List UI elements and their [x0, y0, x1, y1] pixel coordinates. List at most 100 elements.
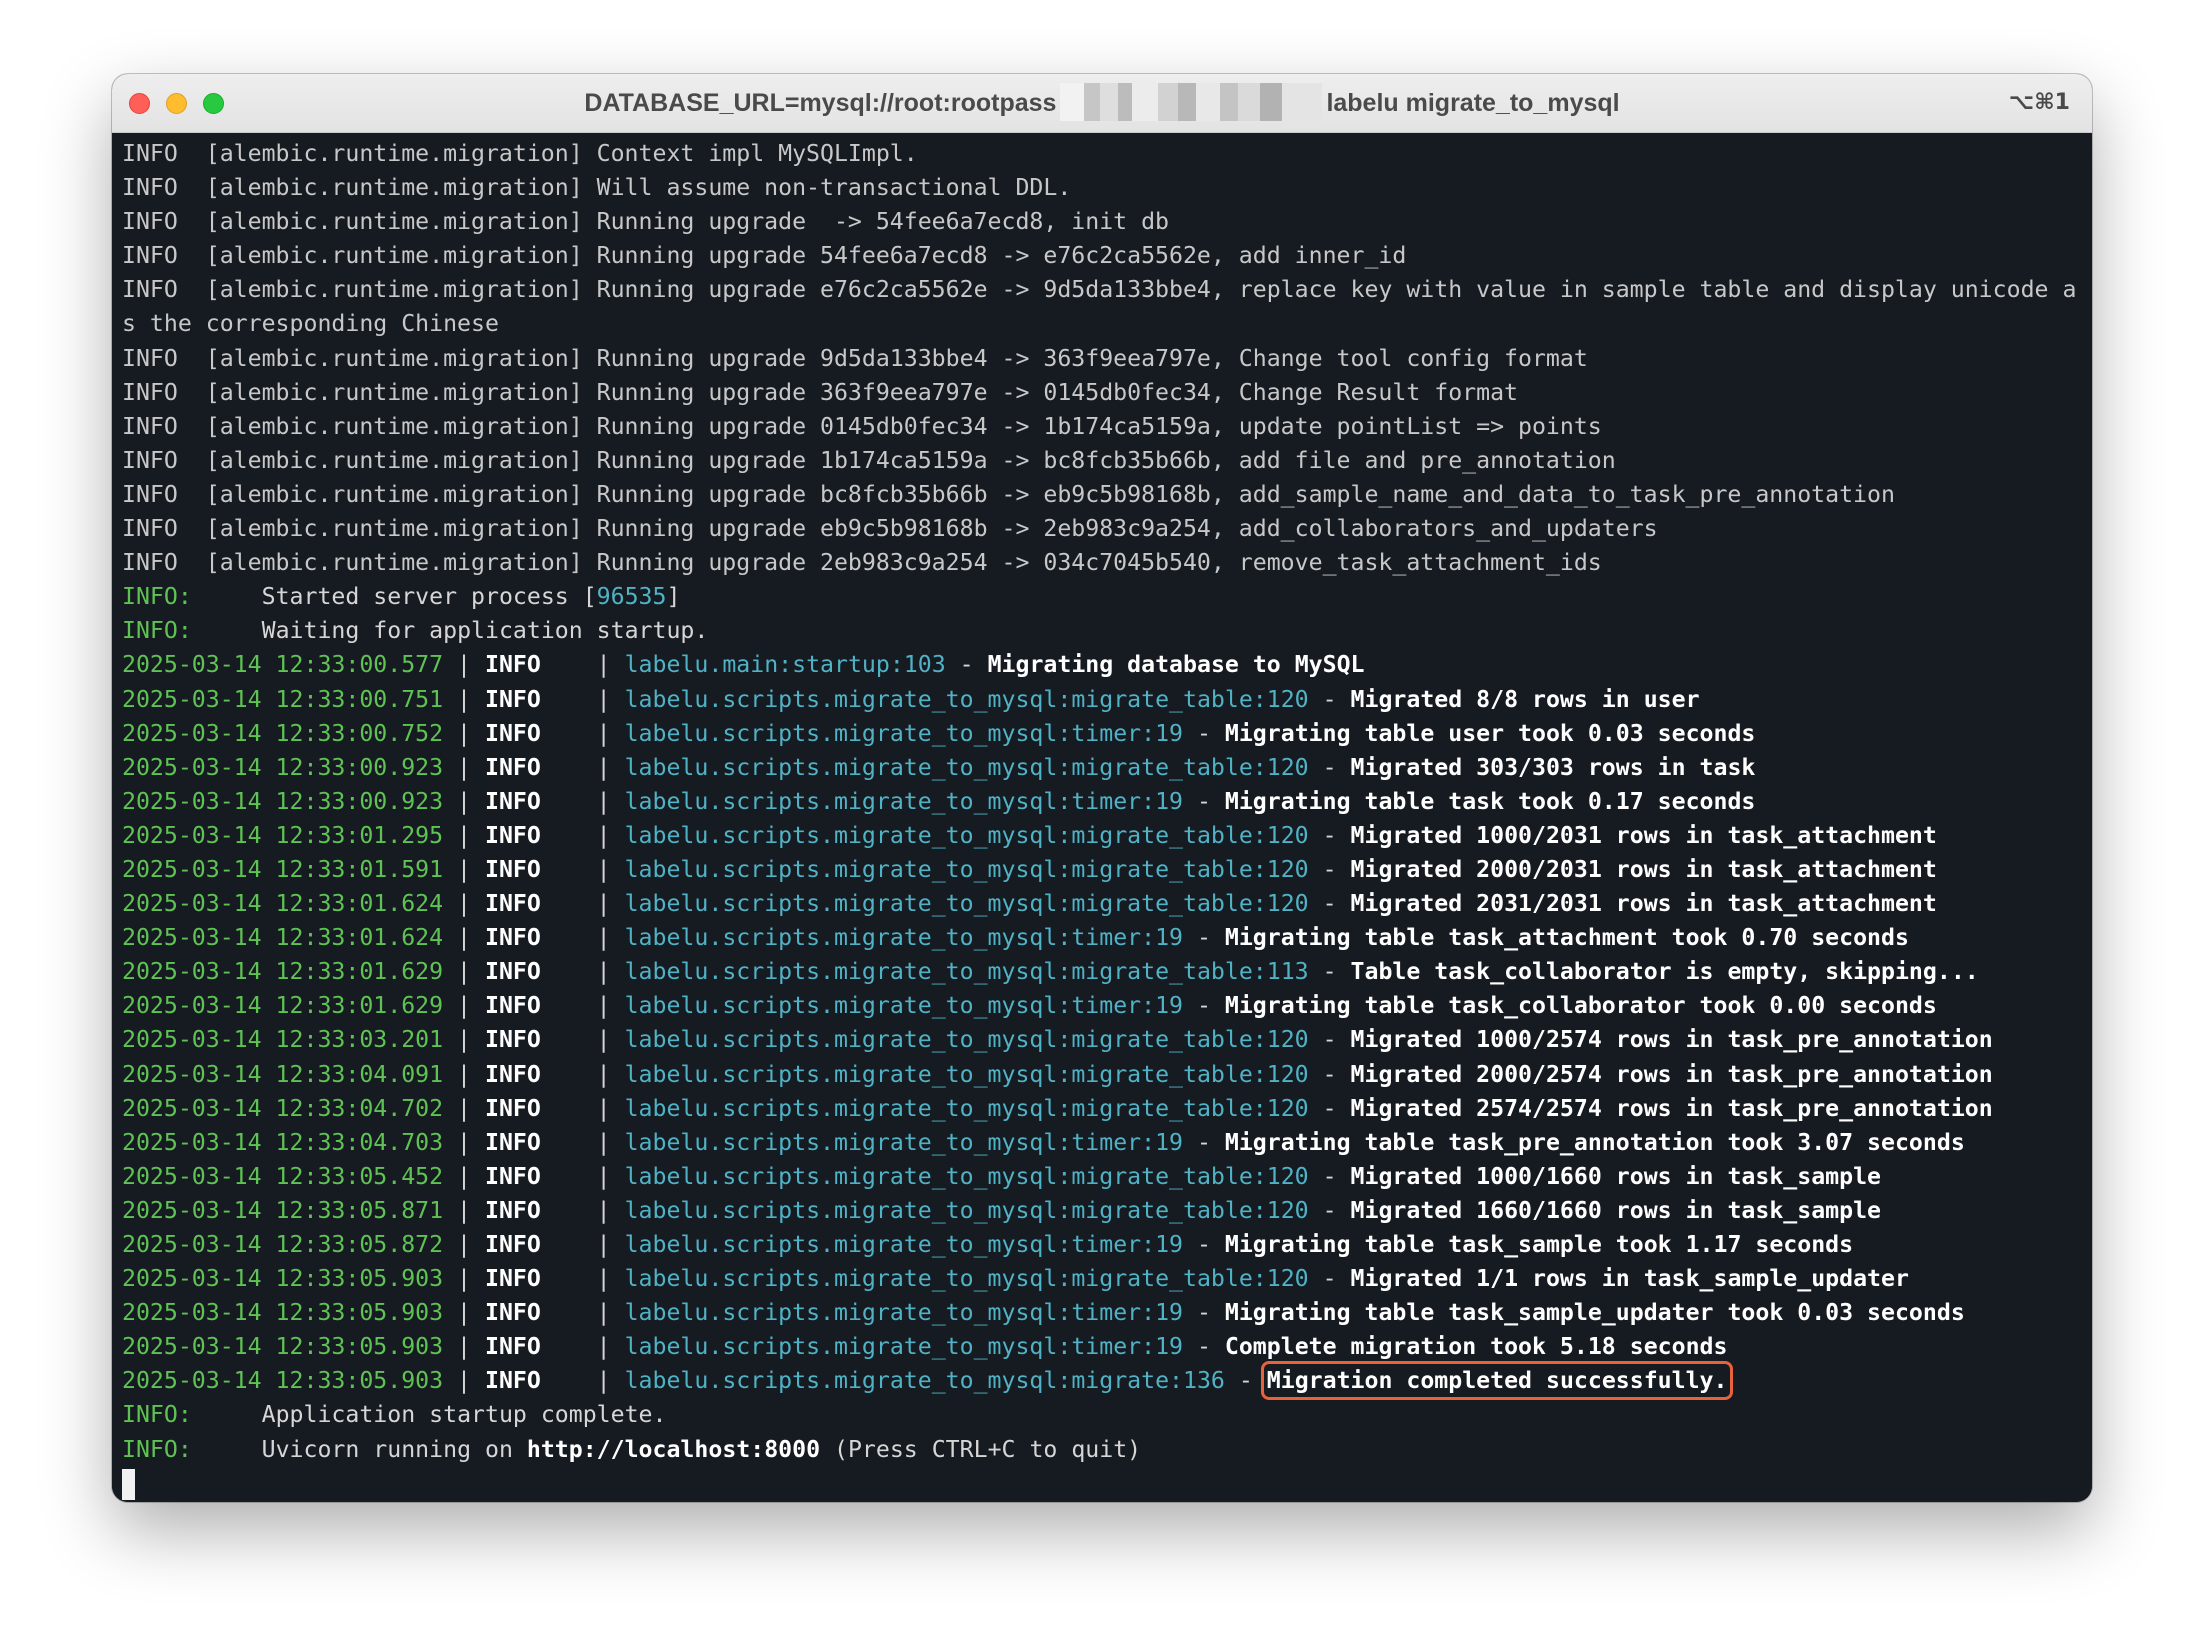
prompt-line[interactable]	[122, 1467, 2092, 1501]
log-message: Migrated 1000/2031 rows in task_attachme…	[1350, 821, 1937, 849]
log-line-alembic: INFO [alembic.runtime.migration] Will as…	[122, 174, 1072, 202]
log-timestamp: 2025-03-14 12:33:00.923	[122, 753, 444, 781]
log-line-alembic: INFO [alembic.runtime.migration] Running…	[122, 549, 1602, 577]
log-level: INFO	[484, 1026, 541, 1054]
log-line-migration: 2025-03-14 12:33:05.871 | INFO | labelu.…	[122, 1196, 1882, 1224]
log-message: Migrated 2000/2031 rows in task_attachme…	[1350, 855, 1937, 883]
log-message: Complete migration took 5.18 seconds	[1224, 1333, 1728, 1361]
log-level: INFO	[484, 1367, 541, 1395]
log-line-migration: 2025-03-14 12:33:05.452 | INFO | labelu.…	[122, 1162, 1882, 1190]
log-message: Migrated 1000/1660 rows in task_sample	[1350, 1162, 1882, 1190]
log-level: INFO	[484, 924, 541, 952]
log-line-uvicorn-running: INFO: Uvicorn running on http://localhos…	[122, 1435, 1142, 1463]
log-line-alembic: INFO [alembic.runtime.migration] Running…	[122, 276, 2077, 304]
log-source: labelu.scripts.migrate_to_mysql:timer:19	[624, 992, 1183, 1020]
log-message: Migrated 1/1 rows in task_sample_updater	[1350, 1265, 1909, 1293]
log-source: labelu.scripts.migrate_to_mysql:migrate_…	[624, 1094, 1309, 1122]
log-level: INFO	[122, 1401, 178, 1429]
log-timestamp: 2025-03-14 12:33:03.201	[122, 1026, 444, 1054]
log-line-alembic: INFO [alembic.runtime.migration] Running…	[122, 515, 1658, 543]
log-message: Application startup complete.	[261, 1401, 667, 1429]
log-line-migration: 2025-03-14 12:33:04.091 | INFO | labelu.…	[122, 1060, 1993, 1088]
log-source: labelu.scripts.migrate_to_mysql:migrate_…	[624, 1265, 1309, 1293]
window-shortcut-label: ⌥⌘1	[2008, 90, 2070, 115]
log-source: labelu.scripts.migrate_to_mysql:migrate_…	[624, 821, 1309, 849]
log-source: labelu.scripts.migrate_to_mysql:migrate_…	[624, 753, 1309, 781]
log-source: labelu.scripts.migrate_to_mysql:migrate_…	[624, 1060, 1309, 1088]
log-level: INFO	[484, 651, 541, 679]
log-source: labelu.scripts.migrate_to_mysql:timer:19	[624, 787, 1183, 815]
log-message: Migrating table task_collaborator took 0…	[1224, 992, 1937, 1020]
text-cursor	[122, 1468, 135, 1500]
log-level: INFO	[484, 1231, 541, 1258]
log-level-colon: :	[177, 617, 192, 645]
log-source: labelu.scripts.migrate_to_mysql:timer:19	[624, 1128, 1183, 1156]
terminal-output[interactable]: INFO [alembic.runtime.migration] Context…	[112, 133, 2092, 1502]
log-source: labelu.scripts.migrate_to_mysql:timer:19	[624, 1299, 1183, 1327]
log-source: labelu.scripts.migrate_to_mysql:migrate_…	[624, 1026, 1309, 1054]
window-title: DATABASE_URL=mysql://root:rootpass labelu…	[112, 74, 2092, 132]
log-line-alembic: INFO [alembic.runtime.migration] Running…	[122, 378, 1519, 406]
log-line-alembic: INFO [alembic.runtime.migration] Running…	[122, 242, 1407, 270]
log-timestamp: 2025-03-14 12:33:01.624	[122, 890, 444, 918]
log-timestamp: 2025-03-14 12:33:04.703	[122, 1128, 444, 1156]
log-line-alembic: INFO [alembic.runtime.migration] Context…	[122, 140, 918, 167]
log-timestamp: 2025-03-14 12:33:05.903	[122, 1265, 444, 1293]
log-level: INFO	[484, 1196, 541, 1224]
log-line-alembic: s the corresponding Chinese	[122, 310, 499, 338]
log-line-migration: 2025-03-14 12:33:05.872 | INFO | labelu.…	[122, 1231, 1854, 1258]
log-source: labelu.scripts.migrate_to_mysql:migrate_…	[624, 958, 1309, 986]
log-line-uvicorn: INFO: Waiting for application startup.	[122, 614, 2092, 648]
log-line-migration: 2025-03-14 12:33:05.903 | INFO | labelu.…	[122, 1333, 1728, 1361]
log-line-startup-complete: INFO: Application startup complete.	[122, 1401, 667, 1429]
log-message: Migrating table user took 0.03 seconds	[1224, 719, 1756, 747]
redacted-region	[1060, 83, 1323, 122]
log-line-migration: 2025-03-14 12:33:01.295 | INFO | labelu.…	[122, 821, 1937, 849]
log-timestamp: 2025-03-14 12:33:05.871	[122, 1196, 444, 1224]
log-line-migration: 2025-03-14 12:33:05.903 | INFO | labelu.…	[122, 1361, 1734, 1401]
log-timestamp: 2025-03-14 12:33:01.591	[122, 855, 444, 883]
log-message: Migrating table task_sample took 1.17 se…	[1224, 1231, 1854, 1258]
log-line-alembic: INFO [alembic.runtime.migration] Running…	[122, 412, 1602, 440]
log-line-migration: 2025-03-14 12:33:03.201 | INFO | labelu.…	[122, 1026, 1993, 1054]
log-timestamp: 2025-03-14 12:33:05.872	[122, 1231, 444, 1258]
log-line-migration: 2025-03-14 12:33:01.624 | INFO | labelu.…	[122, 890, 1937, 918]
log-source: labelu.scripts.migrate_to_mysql:timer:19	[624, 719, 1183, 747]
log-message: Migrating table task_attachment took 0.7…	[1224, 924, 1909, 952]
log-message: Migrating table task took 0.17 seconds	[1224, 787, 1756, 815]
log-line-alembic: INFO [alembic.runtime.migration] Running…	[122, 208, 1170, 236]
log-timestamp: 2025-03-14 12:33:05.452	[122, 1162, 444, 1190]
log-line-migration: 2025-03-14 12:33:05.903 | INFO | labelu.…	[122, 1265, 1909, 1293]
uvicorn-startup-block: INFO: Started server process [96535] INFO…	[122, 580, 2092, 648]
log-level: INFO	[484, 1162, 541, 1190]
log-level: INFO	[484, 958, 541, 986]
log-message: Migrated 2000/2574 rows in task_pre_anno…	[1350, 1060, 1993, 1088]
log-timestamp: 2025-03-14 12:33:00.577	[122, 651, 444, 679]
log-timestamp: 2025-03-14 12:33:01.295	[122, 821, 444, 849]
log-line-migration: 2025-03-14 12:33:00.923 | INFO | labelu.…	[122, 753, 1756, 781]
log-line-migration: 2025-03-14 12:33:01.629 | INFO | labelu.…	[122, 958, 1979, 986]
log-level-colon: :	[177, 583, 192, 611]
log-level: INFO	[484, 787, 541, 815]
log-level: INFO	[484, 992, 541, 1020]
log-line-alembic: INFO [alembic.runtime.migration] Running…	[122, 446, 1616, 474]
process-id: 96535	[596, 583, 667, 611]
log-source: labelu.scripts.migrate_to_mysql:migrate_…	[624, 1196, 1309, 1224]
log-source: labelu.scripts.migrate_to_mysql:migrate:…	[624, 1367, 1225, 1395]
log-line-migration: 2025-03-14 12:33:04.703 | INFO | labelu.…	[122, 1128, 1965, 1156]
log-line-migration: 2025-03-14 12:33:05.903 | INFO | labelu.…	[122, 1299, 1965, 1327]
log-timestamp: 2025-03-14 12:33:05.903	[122, 1333, 444, 1361]
log-timestamp: 2025-03-14 12:33:00.751	[122, 685, 444, 713]
log-message-suffix: (Press CTRL+C to quit)	[820, 1435, 1142, 1463]
log-timestamp: 2025-03-14 12:33:05.903	[122, 1367, 444, 1395]
title-bar[interactable]: DATABASE_URL=mysql://root:rootpass labelu…	[112, 74, 2092, 133]
log-level: INFO	[122, 1435, 178, 1463]
log-message: Migrated 303/303 rows in task	[1350, 753, 1756, 781]
log-level: INFO	[484, 1128, 541, 1156]
server-url-link[interactable]: http://localhost:8000	[527, 1436, 820, 1463]
log-message: Started server process [	[261, 583, 597, 611]
log-message: Migrating database to MySQL	[987, 651, 1365, 679]
log-level: INFO	[484, 719, 541, 747]
log-level: INFO	[484, 1265, 541, 1293]
log-line-migration: 2025-03-14 12:33:04.702 | INFO | labelu.…	[122, 1094, 1993, 1122]
